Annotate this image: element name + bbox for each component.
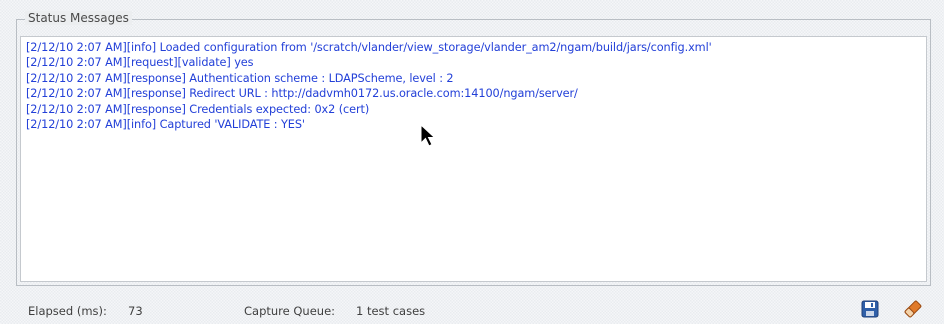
status-log[interactable]: [2/12/10 2:07 AM][info] Loaded configura… <box>20 36 927 282</box>
capture-queue-label: Capture Queue: <box>244 304 336 318</box>
log-line: [2/12/10 2:07 AM][response] Authenticati… <box>26 71 454 85</box>
log-line: [2/12/10 2:07 AM][info] Captured 'VALIDA… <box>26 118 305 132</box>
elapsed-value: 73 <box>128 304 143 318</box>
mouse-pointer-icon <box>420 124 436 147</box>
log-line: [2/12/10 2:07 AM][response] Redirect URL… <box>26 87 578 101</box>
panel-title: Status Messages <box>25 11 132 25</box>
clear-log-button[interactable] <box>902 299 922 319</box>
log-line: [2/12/10 2:07 AM][info] Loaded configura… <box>26 41 712 54</box>
capture-queue-value: 1 test cases <box>356 304 426 318</box>
elapsed-label: Elapsed (ms): <box>28 304 107 318</box>
eraser-icon <box>904 300 922 318</box>
save-button[interactable] <box>860 299 880 319</box>
save-icon <box>861 300 879 318</box>
log-line: [2/12/10 2:07 AM][response] Credentials … <box>26 102 370 116</box>
log-line: [2/12/10 2:07 AM][request][validate] yes <box>26 56 254 70</box>
